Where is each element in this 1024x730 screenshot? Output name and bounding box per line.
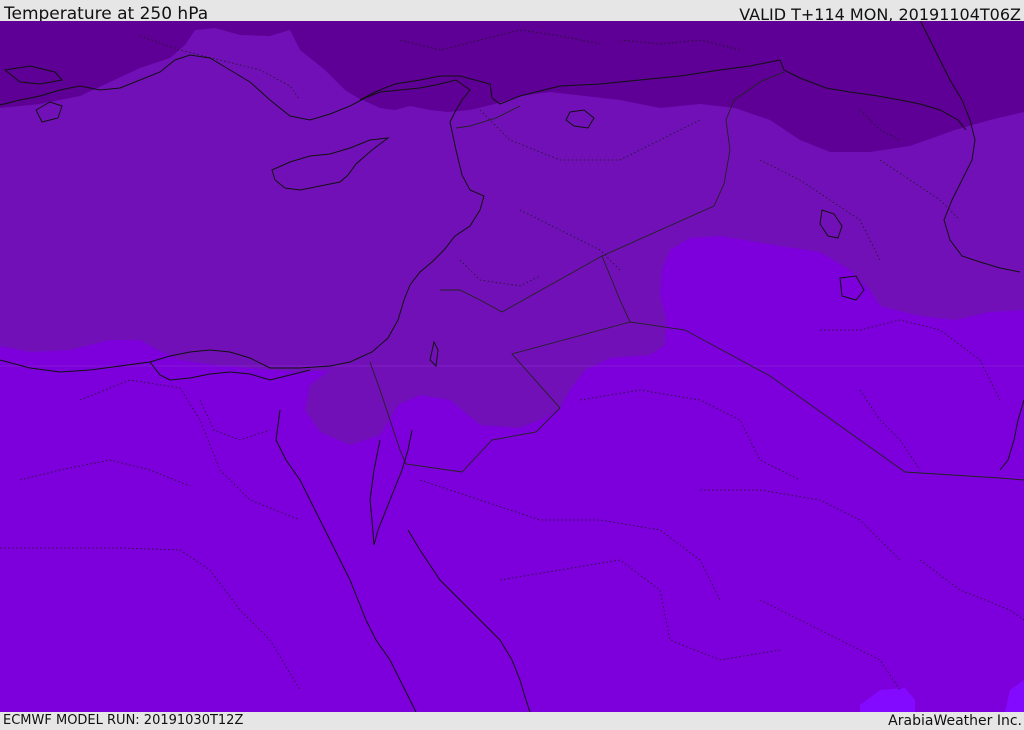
model-run: ECMWF MODEL RUN: 20191030T12Z bbox=[3, 713, 244, 728]
footer-bar: ECMWF MODEL RUN: 20191030T12Z ArabiaWeat… bbox=[0, 712, 1024, 729]
temperature-map[interactable] bbox=[0, 21, 1024, 712]
header-bar: Temperature at 250 hPa VALID T+114 MON, … bbox=[0, 0, 1024, 24]
credit-label: ArabiaWeather Inc. bbox=[888, 713, 1022, 729]
